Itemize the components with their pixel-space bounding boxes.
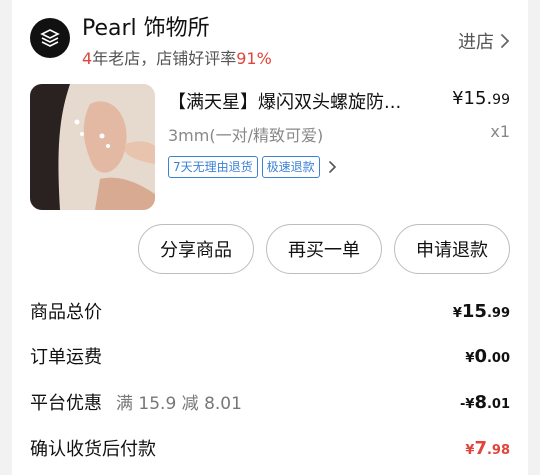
discount-cents: .01 [486, 396, 510, 412]
product-price-cents: 99 [492, 92, 510, 108]
discount-amount: -¥8.01 [460, 392, 510, 413]
summary-row-discount: 平台优惠满 15.9 减 8.01 -¥8.01 [30, 387, 510, 417]
product-title[interactable]: 【满天星】爆闪双头螺旋防... [168, 88, 416, 114]
summary-row-goods-total: 商品总价 ¥15.99 [30, 296, 510, 326]
discount-label: 平台优惠 [30, 393, 102, 414]
summary-row-pay: 确认收货后付款 ¥7.98 [30, 433, 510, 463]
product-price: ¥15.99 [452, 88, 510, 109]
share-product-button[interactable]: 分享商品 [138, 224, 254, 274]
product-qty: x1 [490, 122, 510, 141]
goods-total-label: 商品总价 [30, 302, 102, 323]
tag-fast-refund: 极速退款 [261, 156, 320, 178]
summary-row-shipping: 订单运费 ¥0.00 [30, 341, 510, 371]
apply-refund-button[interactable]: 申请退款 [394, 224, 510, 274]
shipping-main: 0 [474, 345, 487, 367]
shop-rating: 91% [236, 49, 272, 68]
chevron-right-icon [501, 34, 510, 48]
goods-total-cents: .99 [486, 305, 510, 321]
shop-years: 4 [82, 49, 93, 68]
rebuy-button[interactable]: 再买一单 [266, 224, 382, 274]
discount-note: 满 15.9 减 8.01 [116, 394, 242, 414]
chevron-right-icon[interactable] [328, 160, 337, 174]
shipping-cents: .00 [486, 350, 510, 366]
pay-main: 7 [474, 437, 487, 459]
product-spec: 3mm(一对/精致可爱) [168, 126, 324, 145]
shipping-label: 订单运费 [30, 347, 102, 368]
shop-years-suffix: 年老店，店铺好评率 [92, 49, 237, 68]
shop-logo-icon[interactable] [30, 18, 70, 58]
goods-total-amount: ¥15.99 [453, 301, 510, 322]
tag-7day-return: 7天无理由退货 [168, 156, 258, 178]
pay-amount: ¥7.98 [465, 438, 510, 459]
shop-meta: 4年老店，店铺好评率91% [82, 45, 272, 69]
discount-yen: -¥ [459, 396, 475, 412]
product-thumbnail[interactable] [30, 84, 155, 210]
service-tags[interactable]: 7天无理由退货 极速退款 [168, 156, 337, 178]
shop-name[interactable]: Pearl 饰物所 [82, 10, 210, 42]
pay-label: 确认收货后付款 [30, 439, 156, 460]
enter-shop-label: 进店 [458, 32, 494, 53]
enter-shop-button[interactable]: 进店 [458, 28, 510, 54]
action-buttons: 分享商品 再买一单 申请退款 [138, 224, 510, 274]
discount-main: 8 [474, 391, 487, 413]
product-price-main: ¥15. [452, 88, 493, 109]
discount-label-group: 平台优惠满 15.9 减 8.01 [30, 389, 242, 415]
goods-total-main: 15 [461, 300, 487, 322]
pay-cents: .98 [486, 442, 510, 458]
goods-total-yen: ¥ [452, 305, 462, 321]
shipping-amount: ¥0.00 [465, 346, 510, 367]
